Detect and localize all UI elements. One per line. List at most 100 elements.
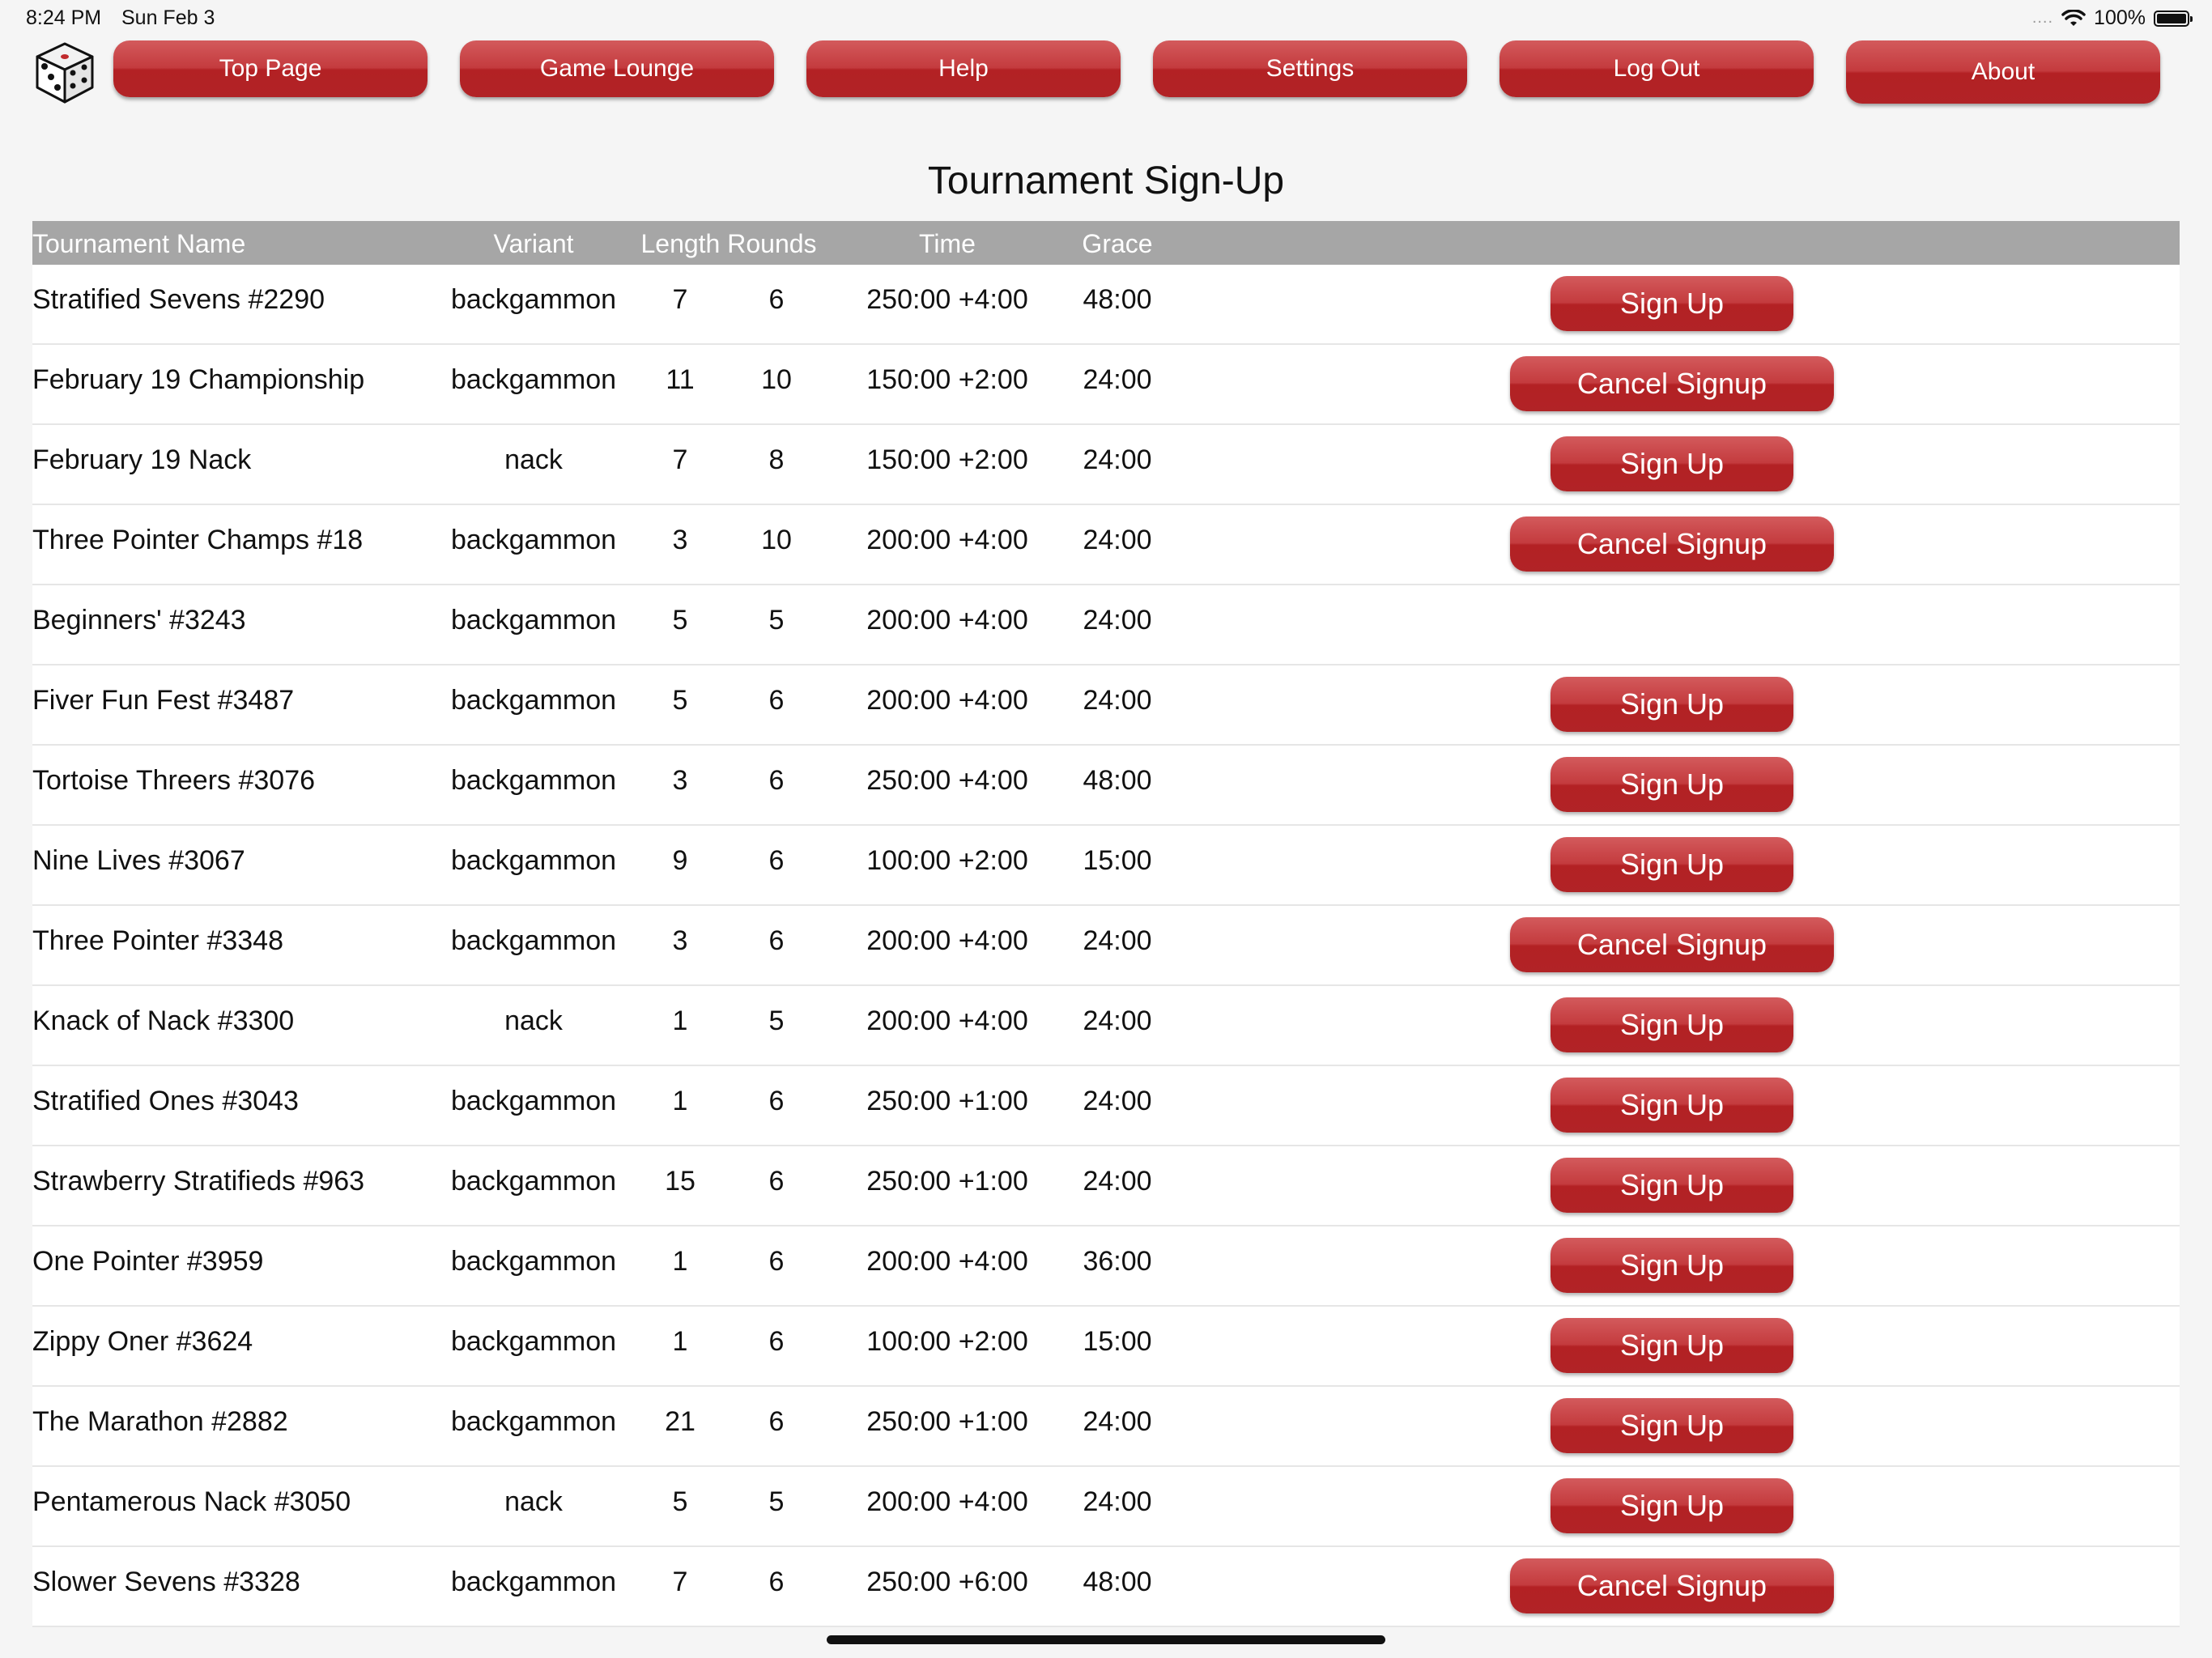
- log-out-button[interactable]: Log Out: [1499, 40, 1814, 97]
- table-row: Tortoise Threers #3076 backgammon 3 6 250:00…: [32, 746, 2180, 826]
- cancel-signup-button[interactable]: Cancel Signup: [1510, 917, 1834, 972]
- grace-cell: 24:00: [1083, 1406, 1152, 1437]
- about-button[interactable]: About: [1846, 40, 2160, 104]
- grace-cell: 24:00: [1083, 444, 1152, 475]
- table-row: February 19 Nack nack 7 8 150:00 +2:00 24:00 S…: [32, 425, 2180, 505]
- table-row: Three Pointer #3348 backgammon 3 6 200:00 +4…: [32, 906, 2180, 986]
- cancel-signup-button[interactable]: Cancel Signup: [1510, 356, 1834, 411]
- rounds-cell: 6: [768, 1086, 785, 1116]
- table-header: Tournament Name Variant Length Rounds Ti…: [32, 221, 2180, 265]
- header-variant: Variant: [493, 229, 574, 258]
- table-row: Strawberry Stratifieds #963 backgammon 15 6…: [32, 1146, 2180, 1226]
- status-bar: 8:24 PM Sun Feb 3 .... 100%: [0, 0, 2212, 37]
- table-row: Beginners' #3243 backgammon 5 5 200:00 +4:00…: [32, 585, 2180, 665]
- length-cell: 3: [672, 765, 688, 796]
- rounds-cell: 10: [761, 364, 792, 395]
- variant-cell: backgammon: [450, 1326, 617, 1357]
- rounds-cell: 6: [768, 284, 785, 315]
- time-cell: 100:00 +2:00: [866, 1326, 1028, 1357]
- grace-cell: 24:00: [1083, 925, 1152, 956]
- grace-cell: 24:00: [1083, 1005, 1152, 1036]
- sign-up-button[interactable]: Sign Up: [1551, 1478, 1793, 1533]
- sign-up-button[interactable]: Sign Up: [1551, 436, 1793, 491]
- battery-full-icon: [2154, 10, 2193, 27]
- wifi-icon: [2061, 9, 2086, 26]
- tournament-name-cell: Stratified Sevens #2290: [32, 284, 325, 315]
- top-page-button[interactable]: Top Page: [113, 40, 428, 97]
- variant-cell: backgammon: [450, 1246, 617, 1277]
- length-cell: 1: [672, 1246, 688, 1277]
- table-row: The Marathon #2882 backgammon 21 6 250:00 +1…: [32, 1387, 2180, 1467]
- sign-up-button[interactable]: Sign Up: [1551, 1398, 1793, 1453]
- table-row: Stratified Sevens #2290 backgammon 7 6 250:0…: [32, 265, 2180, 345]
- tournament-name-cell: February 19 Championship: [32, 364, 365, 395]
- sign-up-button[interactable]: Sign Up: [1551, 1158, 1793, 1213]
- table-row: Nine Lives #3067 backgammon 9 6 100:00 +2:00…: [32, 826, 2180, 906]
- sign-up-button[interactable]: Sign Up: [1551, 677, 1793, 732]
- table-row: Pentamerous Nack #3050 nack 5 5 200:00 +4:00…: [32, 1467, 2180, 1547]
- length-cell: 9: [672, 845, 688, 876]
- length-cell: 7: [672, 284, 688, 315]
- rounds-cell: 8: [768, 444, 785, 475]
- sign-up-button[interactable]: Sign Up: [1551, 276, 1793, 331]
- rounds-cell: 5: [768, 1005, 785, 1036]
- time-cell: 200:00 +4:00: [866, 525, 1028, 555]
- variant-cell: nack: [504, 444, 563, 475]
- rounds-cell: 6: [768, 1326, 785, 1357]
- battery-percent: 100%: [2094, 6, 2146, 29]
- sign-up-button[interactable]: Sign Up: [1551, 757, 1793, 812]
- time-cell: 250:00 +1:00: [866, 1406, 1028, 1437]
- table-row: Zippy Oner #3624 backgammon 1 6 100:00 +2:00…: [32, 1307, 2180, 1387]
- tournament-name-cell: Beginners' #3243: [32, 605, 246, 636]
- tournament-name-cell: Zippy Oner #3624: [32, 1326, 253, 1357]
- table-row: February 19 Championship backgammon 11 10 15…: [32, 345, 2180, 425]
- tournament-name-cell: Fiver Fun Fest #3487: [32, 685, 295, 716]
- rounds-cell: 6: [768, 1246, 785, 1277]
- header-tournament-name: Tournament Name: [32, 229, 246, 258]
- cancel-signup-button[interactable]: Cancel Signup: [1510, 517, 1834, 572]
- variant-cell: backgammon: [450, 364, 617, 395]
- variant-cell: backgammon: [450, 605, 617, 636]
- grace-cell: 15:00: [1083, 1326, 1152, 1357]
- sign-up-button[interactable]: Sign Up: [1551, 1238, 1793, 1293]
- tournament-name-cell: Slower Sevens #3328: [32, 1567, 300, 1597]
- sign-up-button[interactable]: Sign Up: [1551, 1078, 1793, 1133]
- rounds-cell: 6: [768, 685, 785, 716]
- variant-cell: backgammon: [450, 685, 617, 716]
- variant-cell: backgammon: [450, 845, 617, 876]
- game-lounge-button[interactable]: Game Lounge: [460, 40, 774, 97]
- header-time: Time: [919, 229, 976, 258]
- rounds-cell: 6: [768, 925, 785, 956]
- grace-cell: 15:00: [1083, 845, 1152, 876]
- time-cell: 200:00 +4:00: [866, 605, 1028, 636]
- tournament-name-cell: One Pointer #3959: [32, 1246, 264, 1277]
- table-row: One Pointer #3959 backgammon 1 6 200:00 +4:0…: [32, 1226, 2180, 1307]
- settings-button[interactable]: Settings: [1153, 40, 1467, 97]
- time-cell: 100:00 +2:00: [866, 845, 1028, 876]
- length-cell: 7: [672, 444, 688, 475]
- grace-cell: 48:00: [1083, 284, 1152, 315]
- variant-cell: backgammon: [450, 1406, 617, 1437]
- help-button[interactable]: Help: [806, 40, 1121, 97]
- sign-up-button[interactable]: Sign Up: [1551, 997, 1793, 1052]
- rounds-cell: 6: [768, 1166, 785, 1197]
- grace-cell: 24:00: [1083, 364, 1152, 395]
- rounds-cell: 5: [768, 605, 785, 636]
- home-indicator[interactable]: [827, 1635, 1385, 1644]
- sign-up-button[interactable]: Sign Up: [1551, 1318, 1793, 1373]
- time-cell: 200:00 +4:00: [866, 685, 1028, 716]
- length-cell: 15: [665, 1166, 696, 1197]
- length-cell: 1: [672, 1326, 688, 1357]
- dice-icon[interactable]: [32, 40, 97, 105]
- table-row: Knack of Nack #3300 nack 1 5 200:00 +4:00 24:…: [32, 986, 2180, 1066]
- sign-up-button[interactable]: Sign Up: [1551, 837, 1793, 892]
- time-cell: 150:00 +2:00: [866, 444, 1028, 475]
- status-right: .... 100%: [2032, 6, 2193, 30]
- grace-cell: 24:00: [1083, 685, 1152, 716]
- cancel-signup-button[interactable]: Cancel Signup: [1510, 1558, 1834, 1613]
- rounds-cell: 6: [768, 765, 785, 796]
- time-cell: 250:00 +1:00: [866, 1086, 1028, 1116]
- variant-cell: nack: [504, 1005, 563, 1036]
- page-title: Tournament Sign-Up: [927, 159, 1285, 202]
- length-cell: 11: [666, 364, 695, 395]
